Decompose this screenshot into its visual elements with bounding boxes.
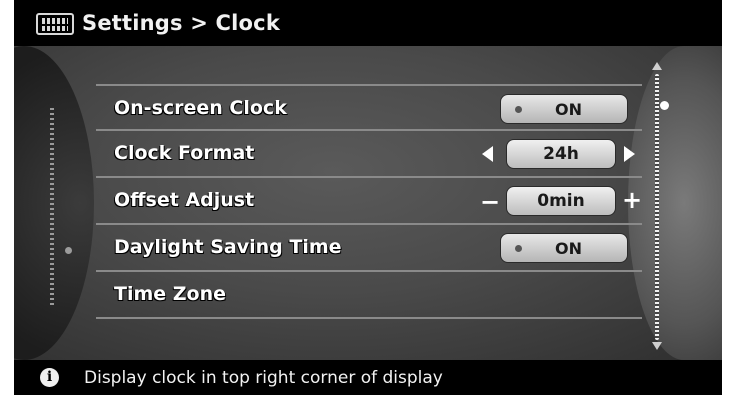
list-item-offset-adjust[interactable]: Offset Adjust − 0min + xyxy=(96,178,642,225)
scroll-up-arrow-icon[interactable] xyxy=(652,62,662,70)
list-item-clock-format[interactable]: Clock Format 24h xyxy=(96,131,642,178)
settings-list: On-screen Clock ON Clock Format 24h Offs… xyxy=(96,84,642,319)
toggle-indicator-icon xyxy=(515,245,522,252)
scroll-track[interactable] xyxy=(655,74,659,340)
left-dial-decoration xyxy=(14,46,94,360)
scroll-down-arrow-icon[interactable] xyxy=(652,342,662,350)
next-arrow-icon[interactable] xyxy=(624,146,635,162)
increase-icon[interactable]: + xyxy=(622,186,642,214)
screen: Settings > Clock On-screen Clock ON Cloc… xyxy=(14,0,722,395)
settings-panel: On-screen Clock ON Clock Format 24h Offs… xyxy=(14,46,722,360)
previous-arrow-icon[interactable] xyxy=(482,146,493,162)
clock-format-value: 24h xyxy=(506,139,616,169)
list-item-on-screen-clock[interactable]: On-screen Clock ON xyxy=(96,84,642,131)
list-item-label: Clock Format xyxy=(114,142,255,164)
display-frame: Settings > Clock On-screen Clock ON Cloc… xyxy=(0,0,736,395)
toggle-indicator-icon xyxy=(515,106,522,113)
offset-adjust-value: 0min xyxy=(506,186,616,216)
menu-grid-icon[interactable] xyxy=(36,13,74,35)
left-dial-ticks xyxy=(50,108,54,308)
list-item-label: Offset Adjust xyxy=(114,189,255,211)
status-bar: i Display clock in top right corner of d… xyxy=(14,360,722,395)
list-item-daylight-saving-time[interactable]: Daylight Saving Time ON xyxy=(96,225,642,272)
help-text: Display clock in top right corner of dis… xyxy=(84,368,443,388)
on-screen-clock-toggle[interactable]: ON xyxy=(500,94,628,124)
list-item-label: On-screen Clock xyxy=(114,97,287,119)
list-item-label: Time Zone xyxy=(114,283,227,305)
list-item-time-zone[interactable]: Time Zone xyxy=(96,272,642,319)
page-title: Settings > Clock xyxy=(82,11,280,35)
decrease-icon[interactable]: − xyxy=(480,188,500,216)
toggle-value: ON xyxy=(555,239,582,258)
left-dial-knob xyxy=(65,247,72,254)
header-bar: Settings > Clock xyxy=(14,0,722,46)
scroll-position-indicator xyxy=(660,101,669,110)
toggle-value: ON xyxy=(555,100,582,119)
daylight-saving-toggle[interactable]: ON xyxy=(500,233,628,263)
list-item-label: Daylight Saving Time xyxy=(114,236,342,258)
info-icon: i xyxy=(40,368,59,387)
